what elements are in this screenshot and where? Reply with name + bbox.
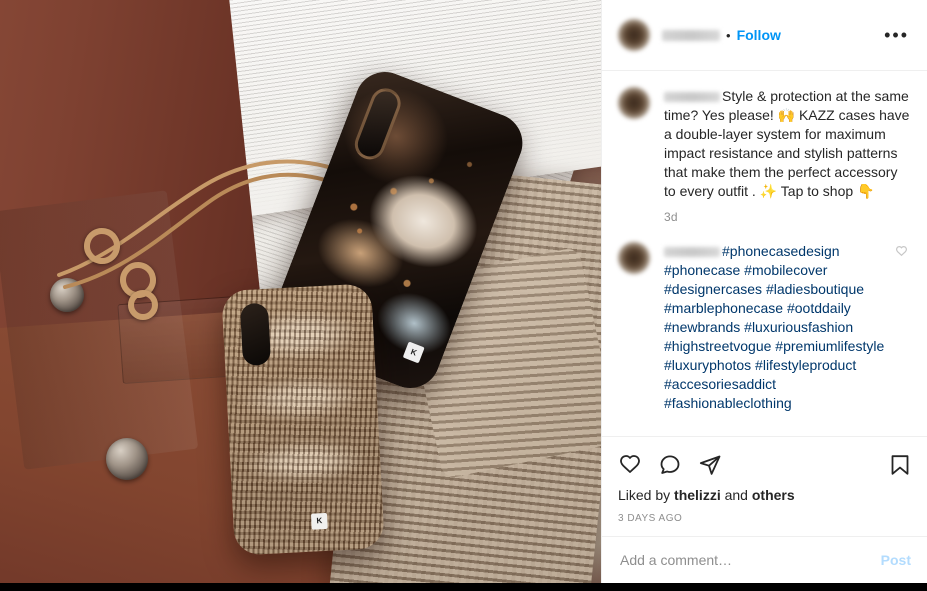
likes-user[interactable]: thelizzi [674, 487, 721, 503]
like-button[interactable] [618, 453, 642, 477]
caption-timestamp: 3d [664, 210, 678, 224]
post-timestamp: 3 DAYS AGO [618, 513, 683, 524]
author-avatar[interactable] [618, 19, 650, 51]
comments-scroll-region[interactable]: Style & protection at the same time? Yes… [602, 71, 927, 437]
post-header: • Follow ••• [602, 0, 927, 71]
likes-summary: Liked by thelizzi and others [618, 485, 911, 503]
share-button[interactable] [698, 453, 722, 477]
author-username-redacted[interactable] [662, 29, 720, 41]
add-comment-row: Post [602, 536, 927, 583]
more-options-icon[interactable]: ••• [878, 22, 915, 48]
snakeskin-phone-case: K [221, 283, 385, 556]
post-header-identity: • Follow [662, 27, 878, 43]
header-separator: • [726, 27, 731, 43]
post-actions: Liked by thelizzi and others 3 DAYS AGO [602, 437, 927, 536]
comment-author-username-redacted[interactable] [664, 247, 720, 258]
comment-item: #phonecasedesign #phonecase #mobilecover… [618, 242, 911, 413]
action-button-row [618, 445, 911, 485]
bottom-black-bar [0, 583, 927, 591]
likes-others[interactable]: others [752, 487, 795, 503]
camera-cutout [239, 302, 272, 367]
comment-hashtags[interactable]: #phonecasedesign #phonecase #mobilecover… [664, 243, 884, 411]
instagram-post-container: K K • Follow ••• Style & protection at t… [0, 0, 927, 591]
caption-author-avatar[interactable] [618, 87, 650, 119]
comment-like-heart-icon[interactable] [895, 242, 911, 413]
comment-text-row: #phonecasedesign #phonecase #mobilecover… [664, 242, 887, 413]
likes-middle: and [720, 487, 752, 503]
hoop-earring [128, 290, 158, 320]
save-bookmark-button[interactable] [889, 453, 911, 477]
caption-text-row: Style & protection at the same time? Yes… [664, 87, 911, 201]
post-photo: K K [0, 0, 601, 583]
blazer-button-large [106, 438, 148, 480]
likes-prefix: Liked by [618, 487, 675, 503]
post-comment-button[interactable]: Post [873, 552, 911, 568]
brand-tag: K [310, 512, 328, 530]
post-sidebar: • Follow ••• Style & protection at the s… [601, 0, 927, 583]
caption-body: Style & protection at the same time? Yes… [664, 87, 911, 224]
caption-text: Style & protection at the same time? Yes… [664, 88, 910, 199]
comment-author-avatar[interactable] [618, 242, 650, 274]
caption-author-username-redacted[interactable] [664, 92, 720, 103]
post-caption: Style & protection at the same time? Yes… [618, 87, 911, 224]
follow-button[interactable]: Follow [737, 27, 781, 43]
add-comment-input[interactable] [618, 551, 873, 569]
post-media[interactable]: K K [0, 0, 601, 583]
comment-button[interactable] [658, 453, 682, 477]
comment-body: #phonecasedesign #phonecase #mobilecover… [664, 242, 887, 413]
